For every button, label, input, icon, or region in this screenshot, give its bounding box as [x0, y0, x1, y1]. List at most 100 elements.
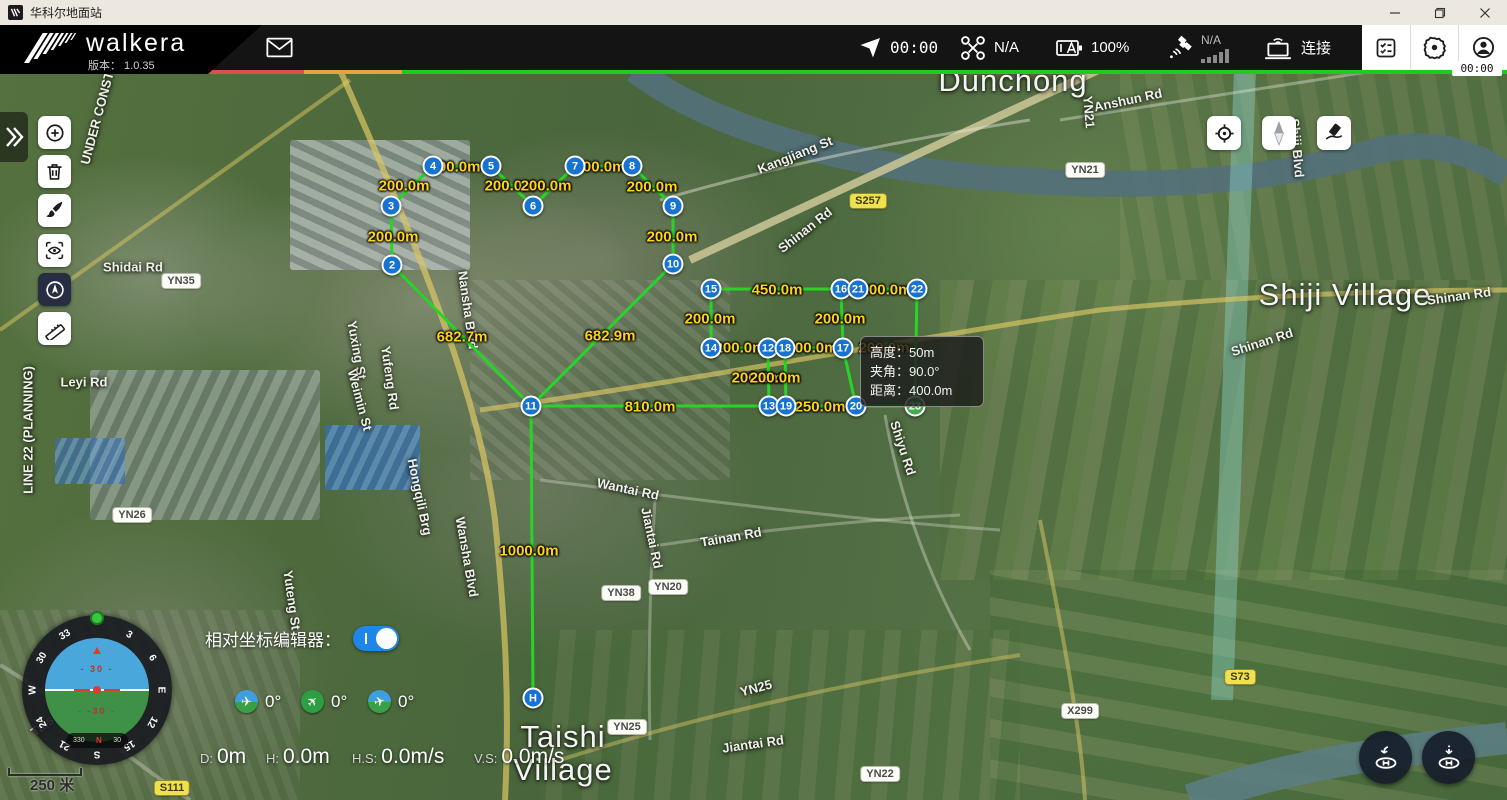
distance-label: 200.0m: [379, 178, 430, 195]
waypoint-9[interactable]: 9: [663, 196, 684, 217]
road-badge: YN21: [1066, 163, 1104, 177]
map-place-label: Shiji Village: [1259, 277, 1432, 313]
checklist-icon: [1374, 36, 1398, 60]
relative-coord-editor-toggle[interactable]: [353, 626, 399, 651]
app-icon: [8, 5, 23, 20]
waypoint-22[interactable]: 22: [907, 279, 928, 300]
tape-right: 30: [113, 737, 121, 744]
drone-status: N/A: [960, 25, 1019, 70]
signal-bars-icon: [1201, 49, 1231, 63]
map-place-label: Leyi Rd: [61, 375, 108, 390]
attitude-indicator: N36E1215S2124W3033 - 30 - - -30 - 330 N …: [22, 615, 172, 765]
locate-icon: [1213, 122, 1236, 145]
checklist-button[interactable]: [1362, 25, 1410, 70]
settings-gear-icon: [1422, 35, 1447, 60]
map-place-label: Yufeng Rd: [378, 345, 402, 411]
map-canvas[interactable]: DunchongShiji VillageTaishiVillageUNDER …: [0, 70, 1507, 800]
window-title: 华科尔地面站: [30, 4, 102, 21]
locate-button[interactable]: [1207, 116, 1241, 150]
land-button[interactable]: [1422, 731, 1475, 784]
distance-label: 1000.0m: [499, 543, 558, 560]
send-plane-icon: [858, 36, 882, 60]
minimize-button[interactable]: [1372, 0, 1417, 25]
map-style-button[interactable]: [1317, 116, 1351, 150]
distance-label: 450.0m: [752, 282, 803, 299]
waypoint-8[interactable]: 8: [622, 156, 643, 177]
waypoint-3[interactable]: 3: [381, 196, 402, 217]
close-button[interactable]: [1462, 0, 1507, 25]
connect-label: 连接: [1301, 37, 1331, 58]
tooltip-line: 夹角：90.0°: [870, 362, 974, 381]
heading-indicator-icon: ✈: [301, 690, 324, 713]
drone-icon: [960, 35, 986, 61]
battery-status: 100%: [1055, 25, 1129, 70]
laptop-icon: [1263, 35, 1293, 61]
drone-status-value: N/A: [994, 39, 1019, 56]
pitch-upper-label: - 30 -: [45, 664, 149, 674]
map-place-label: Jiantai Rd: [638, 506, 666, 570]
mail-button[interactable]: [266, 25, 293, 70]
map-place-label: Hongqili Brg: [405, 457, 436, 536]
map-fields-right: [940, 280, 1507, 580]
measure-button[interactable]: [38, 312, 71, 345]
clear-mission-button[interactable]: [38, 194, 71, 227]
yaw-value: 0°: [331, 692, 347, 712]
road-badge: YN25: [608, 720, 646, 734]
road-badge: S111: [155, 781, 189, 795]
compass-needle-button[interactable]: [1262, 116, 1296, 150]
distance-label: 200.0m: [750, 370, 801, 387]
aircraft-symbol: [93, 686, 101, 694]
top-navbar: walkera 版本： 1.0.35 00:00 N/A 100% N: [0, 25, 1507, 70]
focus-view-button[interactable]: [38, 234, 71, 267]
maximize-button[interactable]: [1417, 0, 1462, 25]
waypoint-tooltip: 高度：50m夹角：90.0°距离：400.0m: [860, 336, 984, 407]
waypoint-21[interactable]: 21: [848, 279, 869, 300]
waypoint-11[interactable]: 11: [521, 396, 542, 417]
distance-label: 682.7m: [437, 329, 488, 346]
heading-tape: 330 N 30: [66, 733, 128, 748]
land-icon: [1434, 743, 1464, 773]
map-fields-top-right: [1120, 70, 1507, 280]
roll-indicator: ✈ 0°: [235, 690, 281, 713]
return-home-icon: [1371, 743, 1401, 773]
compass-mark: S: [94, 749, 101, 760]
scan-view-icon: [44, 240, 65, 261]
map-orientation-button[interactable]: [38, 273, 71, 306]
road-badge: YN22: [861, 767, 899, 781]
map-place-label: Dunchong: [938, 70, 1087, 99]
map-place-label: YN21: [1080, 95, 1098, 129]
toolbar-expand-button[interactable]: [0, 112, 28, 162]
waypoint-6[interactable]: 6: [523, 196, 544, 217]
map-place-label: Shiyu Rd: [887, 419, 919, 477]
tooltip-line: 距离：400.0m: [870, 381, 974, 400]
add-waypoint-button[interactable]: [38, 116, 71, 149]
distance-label: 200.0m: [685, 311, 736, 328]
trash-icon: [44, 161, 65, 182]
status-strip-red: [200, 70, 304, 74]
brand-block: walkera 版本： 1.0.35: [0, 25, 262, 74]
walkera-logo-text: walkera: [86, 29, 186, 58]
mail-icon: [266, 37, 293, 58]
delete-waypoint-button[interactable]: [38, 155, 71, 188]
road-badge: YN20: [649, 580, 687, 594]
waypoint-4[interactable]: 4: [423, 156, 444, 177]
waypoint-15[interactable]: 15: [701, 279, 722, 300]
waypoint-2[interactable]: 2: [382, 255, 403, 276]
waypoint-7[interactable]: 7: [565, 156, 586, 177]
flight-timer-value: 00:00: [890, 38, 938, 57]
map-place-label: LINE 22 (PLANNING): [21, 366, 36, 494]
waypoint-5[interactable]: 5: [481, 156, 502, 177]
waypoint-17[interactable]: 17: [833, 338, 854, 359]
waypoint-10[interactable]: 10: [663, 254, 684, 275]
pitch-value: 0°: [398, 692, 414, 712]
waypoint-19[interactable]: 19: [776, 396, 797, 417]
telemetry-vertical-speed: V.S:0.0m/s: [474, 745, 564, 769]
return-home-button[interactable]: [1359, 731, 1412, 784]
waypoint-H[interactable]: H: [523, 688, 544, 709]
connect-button[interactable]: 连接: [1263, 25, 1331, 70]
waypoint-18[interactable]: 18: [775, 338, 796, 359]
waypoint-14[interactable]: 14: [701, 338, 722, 359]
distance-label: 200.0m: [815, 311, 866, 328]
road-badge: X299: [1062, 704, 1098, 718]
distance-label: 200.0m: [647, 229, 698, 246]
